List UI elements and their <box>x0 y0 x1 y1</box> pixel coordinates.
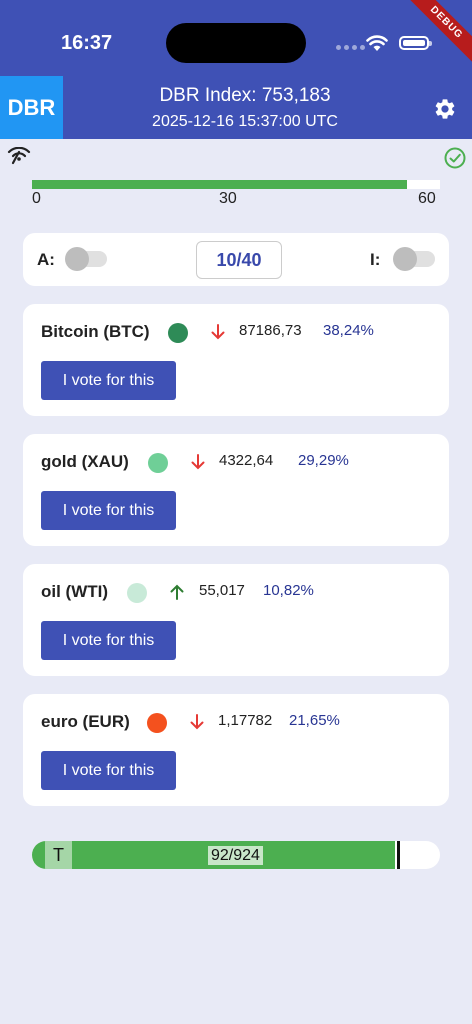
cellular-signal-icon <box>336 45 365 50</box>
wifi-icon <box>366 35 388 51</box>
total-votes-count: 92/924 <box>208 846 263 865</box>
camera-notch <box>166 23 306 63</box>
asset-price: 1,17782 <box>218 712 273 729</box>
battery-icon <box>399 36 432 50</box>
asset-name: oil (WTI) <box>41 582 109 601</box>
asset-share: 10,82% <box>263 582 314 599</box>
signal-icon <box>7 147 31 165</box>
asset-color-dot <box>147 713 167 733</box>
timeline-progress-fill <box>32 180 408 189</box>
vote-button-wti[interactable]: I vote for this <box>41 621 176 660</box>
timeline-progress-bar <box>32 180 440 189</box>
check-circle-icon <box>444 147 466 169</box>
arrow-down-icon <box>211 324 225 340</box>
asset-name: gold (XAU) <box>41 452 129 471</box>
toggle-a-switch[interactable] <box>65 247 107 271</box>
asset-color-dot <box>168 323 188 343</box>
asset-card-xau: gold (XAU) 4322,64 29,29% I vote for thi… <box>23 434 449 546</box>
gear-icon[interactable] <box>433 97 457 121</box>
asset-price: 4322,64 <box>219 452 274 469</box>
asset-share: 21,65% <box>289 712 340 729</box>
arrow-up-icon <box>170 584 184 600</box>
index-timestamp: 2025-12-16 15:37:00 UTC <box>152 113 338 130</box>
toggle-i-label: I: <box>370 250 381 269</box>
asset-price: 55,017 <box>199 582 245 599</box>
asset-card-btc: Bitcoin (BTC) 87186,73 38,24% I vote for… <box>23 304 449 416</box>
asset-name: Bitcoin (BTC) <box>41 322 150 341</box>
toggle-i-switch[interactable] <box>393 247 435 271</box>
asset-color-dot <box>127 583 147 603</box>
asset-card-wti: oil (WTI) 55,017 10,82% I vote for this <box>23 564 449 676</box>
asset-name: euro (EUR) <box>41 712 130 731</box>
controls-card: A: 10/40 I: <box>23 233 449 286</box>
arrow-down-icon <box>190 714 204 730</box>
asset-share: 29,29% <box>298 452 349 469</box>
timeline-tick: 60 <box>418 190 436 207</box>
vote-button-xau[interactable]: I vote for this <box>41 491 176 530</box>
asset-share: 38,24% <box>323 322 374 339</box>
app-header: 16:37 DEBUG DBR DBR Index: 753,183 2025-… <box>0 0 472 139</box>
arrow-down-icon <box>191 454 205 470</box>
vote-button-btc[interactable]: I vote for this <box>41 361 176 400</box>
asset-card-eur: euro (EUR) 1,17782 21,65% I vote for thi… <box>23 694 449 806</box>
vote-counter: 10/40 <box>196 241 282 279</box>
index-title: DBR Index: 753,183 <box>159 85 331 106</box>
status-time: 16:37 <box>61 32 113 54</box>
vote-button-eur[interactable]: I vote for this <box>41 751 176 790</box>
toggle-a-label: A: <box>37 250 55 269</box>
total-votes-bar: T 92/924 <box>32 841 440 869</box>
asset-color-dot <box>148 453 168 473</box>
asset-price: 87186,73 <box>239 322 302 339</box>
total-votes-marker <box>397 841 400 869</box>
timeline-tick: 0 <box>32 190 41 207</box>
total-label: T <box>45 841 72 869</box>
timeline-tick: 30 <box>219 190 237 207</box>
